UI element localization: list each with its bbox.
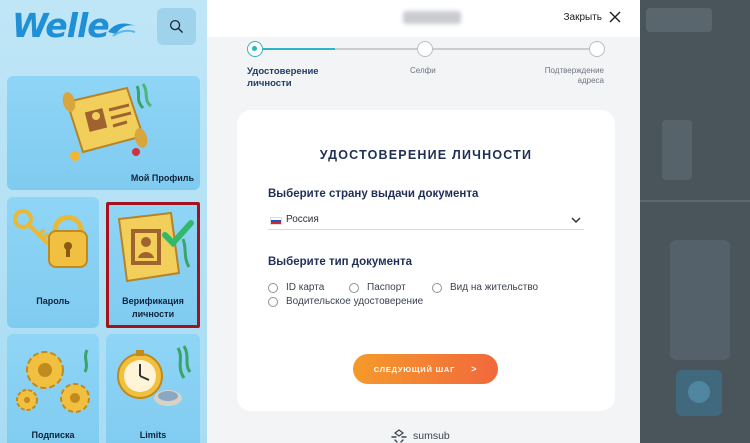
sumsub-brand: sumsub bbox=[390, 429, 450, 443]
radio-passport[interactable]: Паспорт bbox=[349, 282, 406, 293]
welle-logo[interactable]: Welle bbox=[12, 4, 137, 48]
radio-label: Паспорт bbox=[367, 282, 406, 293]
wave-logo-icon bbox=[107, 23, 136, 37]
close-label[interactable]: Закрыть bbox=[563, 12, 602, 23]
document-card: УДОСТОВЕРЕНИЕ ЛИЧНОСТИ Выберите страну в… bbox=[237, 110, 615, 411]
tile-identity-verification[interactable]: Верификация личности bbox=[106, 202, 200, 328]
radio-label: ID карта bbox=[286, 282, 325, 293]
progress-steps: Удостоверение личности Селфи Подтвержден… bbox=[207, 37, 640, 97]
doc-type-label: Выберите тип документа bbox=[268, 256, 412, 268]
next-step-button[interactable]: СЛЕДУЮЩИЙ ШАГ > bbox=[353, 354, 498, 384]
step-line-pending bbox=[433, 48, 589, 50]
chevron-down-icon bbox=[571, 217, 581, 224]
tile-label: Подписка bbox=[31, 430, 75, 440]
tile-password[interactable]: Пароль bbox=[7, 197, 99, 328]
step-dot-identity bbox=[247, 41, 263, 57]
radio-circle bbox=[349, 282, 359, 293]
gears-icon bbox=[16, 349, 90, 413]
sidebar: Welle Мой Профиль Пароль Верификация лич… bbox=[0, 0, 207, 443]
tile-my-profile[interactable]: Мой Профиль bbox=[7, 76, 200, 190]
step-line-pending bbox=[335, 48, 417, 50]
dimmed-background bbox=[640, 0, 750, 443]
brand-name: sumsub bbox=[413, 430, 450, 442]
tile-subscription[interactable]: Подписка bbox=[7, 334, 99, 443]
russia-flag-icon bbox=[270, 217, 282, 225]
page-backdrop[interactable] bbox=[640, 0, 750, 443]
radio-circle bbox=[268, 296, 278, 307]
step-label-address: Подтверждение адреса bbox=[544, 66, 604, 85]
step-line-complete bbox=[263, 48, 335, 50]
modal-header: Закрыть bbox=[207, 0, 640, 37]
step-dot-selfie bbox=[417, 41, 433, 57]
card-title: УДОСТОВЕРЕНИЕ ЛИЧНОСТИ bbox=[319, 148, 533, 162]
tile-label: Мой Профиль bbox=[130, 173, 194, 183]
arrow-right-icon: > bbox=[471, 364, 478, 374]
padlock-key-icon bbox=[13, 209, 88, 268]
tile-label: Пароль bbox=[36, 296, 70, 306]
tile-label: Верификация личности bbox=[122, 296, 184, 319]
close-icon[interactable] bbox=[609, 11, 621, 23]
country-label: Выберите страну выдачи документа bbox=[268, 188, 479, 200]
radio-circle bbox=[432, 282, 442, 293]
logo-text: Welle bbox=[12, 6, 110, 45]
radio-id-card[interactable]: ID карта bbox=[268, 282, 324, 293]
country-value: Россия bbox=[286, 214, 319, 225]
radio-residence-permit[interactable]: Вид на жительство bbox=[432, 282, 538, 293]
country-select[interactable]: Россия bbox=[268, 213, 584, 230]
blurred-title bbox=[403, 11, 461, 24]
verification-modal: Закрыть Удостоверение личности Селфи Под… bbox=[207, 0, 640, 443]
tile-limits[interactable]: Limits bbox=[106, 334, 200, 443]
radio-circle bbox=[268, 282, 278, 293]
verification-scroll-icon bbox=[117, 211, 194, 283]
sumsub-logo-icon bbox=[391, 429, 407, 443]
step-label-selfie: Селфи bbox=[410, 66, 436, 75]
search-icon bbox=[169, 19, 183, 33]
stopwatch-icon bbox=[117, 345, 192, 406]
profile-scroll-icon bbox=[62, 83, 153, 161]
radio-label: Водительское удостоверение bbox=[286, 296, 424, 307]
step-label-identity: Удостоверение личности bbox=[247, 66, 319, 89]
tile-label: Limits bbox=[139, 430, 167, 440]
search-button[interactable] bbox=[157, 8, 196, 45]
radio-label: Вид на жительство bbox=[450, 282, 539, 293]
step-dot-address bbox=[589, 41, 605, 57]
radio-driver-license[interactable]: Водительское удостоверение bbox=[268, 296, 423, 307]
next-step-label: СЛЕДУЮЩИЙ ШАГ bbox=[373, 364, 456, 374]
